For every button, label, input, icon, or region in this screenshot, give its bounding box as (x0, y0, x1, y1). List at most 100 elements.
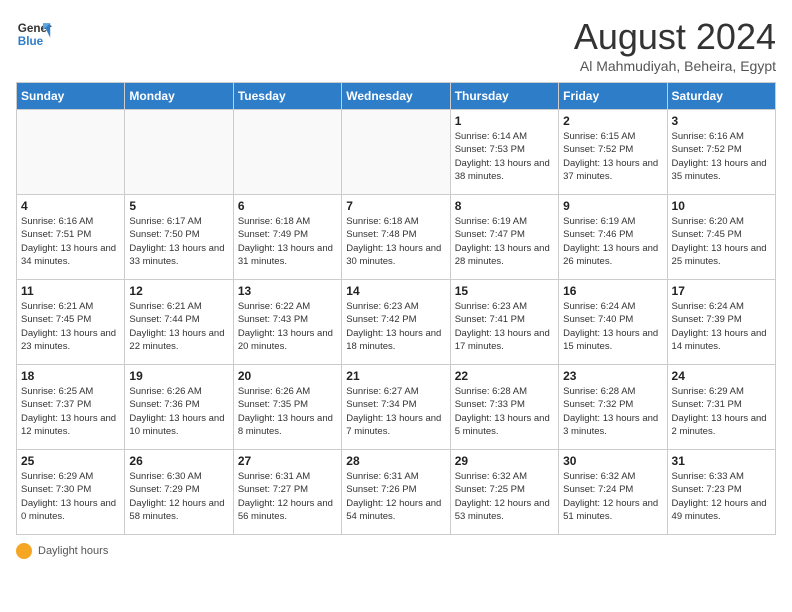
calendar-cell: 14 Sunrise: 6:23 AMSunset: 7:42 PMDayligh… (342, 280, 450, 365)
calendar-cell (342, 110, 450, 195)
day-number: 18 (21, 369, 120, 383)
month-title: August 2024 (574, 16, 776, 58)
calendar-cell: 24 Sunrise: 6:29 AMSunset: 7:31 PMDayligh… (667, 365, 775, 450)
calendar-week-row: 11 Sunrise: 6:21 AMSunset: 7:45 PMDayligh… (17, 280, 776, 365)
day-number: 13 (238, 284, 337, 298)
day-number: 1 (455, 114, 554, 128)
day-number: 7 (346, 199, 445, 213)
day-number: 30 (563, 454, 662, 468)
day-info: Sunrise: 6:28 AMSunset: 7:33 PMDaylight:… (455, 385, 554, 438)
day-number: 4 (21, 199, 120, 213)
calendar-cell: 27 Sunrise: 6:31 AMSunset: 7:27 PMDayligh… (233, 450, 341, 535)
day-info: Sunrise: 6:31 AMSunset: 7:26 PMDaylight:… (346, 470, 445, 523)
day-number: 10 (672, 199, 771, 213)
day-info: Sunrise: 6:32 AMSunset: 7:24 PMDaylight:… (563, 470, 662, 523)
day-number: 31 (672, 454, 771, 468)
daylight-label: Daylight hours (38, 545, 108, 557)
calendar-cell: 9 Sunrise: 6:19 AMSunset: 7:46 PMDaylight… (559, 195, 667, 280)
day-info: Sunrise: 6:25 AMSunset: 7:37 PMDaylight:… (21, 385, 120, 438)
day-number: 26 (129, 454, 228, 468)
day-info: Sunrise: 6:16 AMSunset: 7:52 PMDaylight:… (672, 130, 771, 183)
calendar-cell: 2Sunrise: 6:15 AMSunset: 7:52 PMDaylight… (559, 110, 667, 195)
day-number: 11 (21, 284, 120, 298)
calendar-cell: 25 Sunrise: 6:29 AMSunset: 7:30 PMDayligh… (17, 450, 125, 535)
day-number: 24 (672, 369, 771, 383)
calendar-header-friday: Friday (559, 83, 667, 110)
calendar-cell: 16Sunrise: 6:24 AMSunset: 7:40 PMDayligh… (559, 280, 667, 365)
day-info: Sunrise: 6:19 AMSunset: 7:46 PMDaylight:… (563, 215, 662, 268)
day-info: Sunrise: 6:32 AMSunset: 7:25 PMDaylight:… (455, 470, 554, 523)
title-area: August 2024 Al Mahmudiyah, Beheira, Egyp… (574, 16, 776, 74)
day-number: 27 (238, 454, 337, 468)
day-number: 12 (129, 284, 228, 298)
calendar-header-row: SundayMondayTuesdayWednesdayThursdayFrid… (17, 83, 776, 110)
day-number: 17 (672, 284, 771, 298)
day-number: 6 (238, 199, 337, 213)
day-info: Sunrise: 6:24 AMSunset: 7:40 PMDaylight:… (563, 300, 662, 353)
calendar-cell: 26 Sunrise: 6:30 AMSunset: 7:29 PMDayligh… (125, 450, 233, 535)
calendar-cell: 20 Sunrise: 6:26 AMSunset: 7:35 PMDayligh… (233, 365, 341, 450)
day-info: Sunrise: 6:23 AMSunset: 7:41 PMDaylight:… (455, 300, 554, 353)
day-info: Sunrise: 6:16 AMSunset: 7:51 PMDaylight:… (21, 215, 120, 268)
calendar-cell: 5Sunrise: 6:17 AMSunset: 7:50 PMDaylight… (125, 195, 233, 280)
calendar-cell: 7 Sunrise: 6:18 AMSunset: 7:48 PMDaylight… (342, 195, 450, 280)
day-info: Sunrise: 6:14 AMSunset: 7:53 PMDaylight:… (455, 130, 554, 183)
day-info: Sunrise: 6:21 AMSunset: 7:44 PMDaylight:… (129, 300, 228, 353)
day-number: 25 (21, 454, 120, 468)
day-info: Sunrise: 6:18 AMSunset: 7:49 PMDaylight:… (238, 215, 337, 268)
day-number: 21 (346, 369, 445, 383)
day-info: Sunrise: 6:21 AMSunset: 7:45 PMDaylight:… (21, 300, 120, 353)
calendar-cell: 3Sunrise: 6:16 AMSunset: 7:52 PMDaylight… (667, 110, 775, 195)
calendar-header-sunday: Sunday (17, 83, 125, 110)
calendar-cell: 28Sunrise: 6:31 AMSunset: 7:26 PMDayligh… (342, 450, 450, 535)
calendar-cell: 13 Sunrise: 6:22 AMSunset: 7:43 PMDayligh… (233, 280, 341, 365)
calendar-table: SundayMondayTuesdayWednesdayThursdayFrid… (16, 82, 776, 535)
day-number: 23 (563, 369, 662, 383)
calendar-header-monday: Monday (125, 83, 233, 110)
day-number: 8 (455, 199, 554, 213)
day-number: 15 (455, 284, 554, 298)
calendar-cell: 8 Sunrise: 6:19 AMSunset: 7:47 PMDaylight… (450, 195, 558, 280)
calendar-header-saturday: Saturday (667, 83, 775, 110)
calendar-header-wednesday: Wednesday (342, 83, 450, 110)
day-info: Sunrise: 6:18 AMSunset: 7:48 PMDaylight:… (346, 215, 445, 268)
calendar-cell (17, 110, 125, 195)
calendar-header-tuesday: Tuesday (233, 83, 341, 110)
calendar-cell: 10Sunrise: 6:20 AMSunset: 7:45 PMDayligh… (667, 195, 775, 280)
day-info: Sunrise: 6:17 AMSunset: 7:50 PMDaylight:… (129, 215, 228, 268)
calendar-cell: 15 Sunrise: 6:23 AMSunset: 7:41 PMDayligh… (450, 280, 558, 365)
calendar-cell: 11 Sunrise: 6:21 AMSunset: 7:45 PMDayligh… (17, 280, 125, 365)
day-number: 20 (238, 369, 337, 383)
svg-text:Blue: Blue (18, 35, 44, 48)
day-info: Sunrise: 6:23 AMSunset: 7:42 PMDaylight:… (346, 300, 445, 353)
day-number: 19 (129, 369, 228, 383)
day-info: Sunrise: 6:31 AMSunset: 7:27 PMDaylight:… (238, 470, 337, 523)
calendar-cell: 4 Sunrise: 6:16 AMSunset: 7:51 PMDaylight… (17, 195, 125, 280)
calendar-cell: 1 Sunrise: 6:14 AMSunset: 7:53 PMDaylight… (450, 110, 558, 195)
day-info: Sunrise: 6:30 AMSunset: 7:29 PMDaylight:… (129, 470, 228, 523)
logo-icon: General Blue (16, 16, 52, 52)
day-info: Sunrise: 6:26 AMSunset: 7:35 PMDaylight:… (238, 385, 337, 438)
logo: General Blue (16, 16, 52, 52)
day-info: Sunrise: 6:29 AMSunset: 7:30 PMDaylight:… (21, 470, 120, 523)
day-info: Sunrise: 6:28 AMSunset: 7:32 PMDaylight:… (563, 385, 662, 438)
calendar-cell: 31 Sunrise: 6:33 AMSunset: 7:23 PMDayligh… (667, 450, 775, 535)
day-info: Sunrise: 6:27 AMSunset: 7:34 PMDaylight:… (346, 385, 445, 438)
location-title: Al Mahmudiyah, Beheira, Egypt (574, 58, 776, 74)
calendar-cell: 30 Sunrise: 6:32 AMSunset: 7:24 PMDayligh… (559, 450, 667, 535)
calendar-cell: 23 Sunrise: 6:28 AMSunset: 7:32 PMDayligh… (559, 365, 667, 450)
calendar-cell: 18 Sunrise: 6:25 AMSunset: 7:37 PMDayligh… (17, 365, 125, 450)
day-info: Sunrise: 6:26 AMSunset: 7:36 PMDaylight:… (129, 385, 228, 438)
day-number: 2 (563, 114, 662, 128)
day-number: 9 (563, 199, 662, 213)
day-info: Sunrise: 6:19 AMSunset: 7:47 PMDaylight:… (455, 215, 554, 268)
calendar-header-thursday: Thursday (450, 83, 558, 110)
calendar-cell (233, 110, 341, 195)
day-info: Sunrise: 6:33 AMSunset: 7:23 PMDaylight:… (672, 470, 771, 523)
day-info: Sunrise: 6:22 AMSunset: 7:43 PMDaylight:… (238, 300, 337, 353)
day-info: Sunrise: 6:29 AMSunset: 7:31 PMDaylight:… (672, 385, 771, 438)
calendar-cell: 19 Sunrise: 6:26 AMSunset: 7:36 PMDayligh… (125, 365, 233, 450)
footer-note: Daylight hours (16, 543, 776, 559)
calendar-cell: 17Sunrise: 6:24 AMSunset: 7:39 PMDayligh… (667, 280, 775, 365)
day-number: 14 (346, 284, 445, 298)
